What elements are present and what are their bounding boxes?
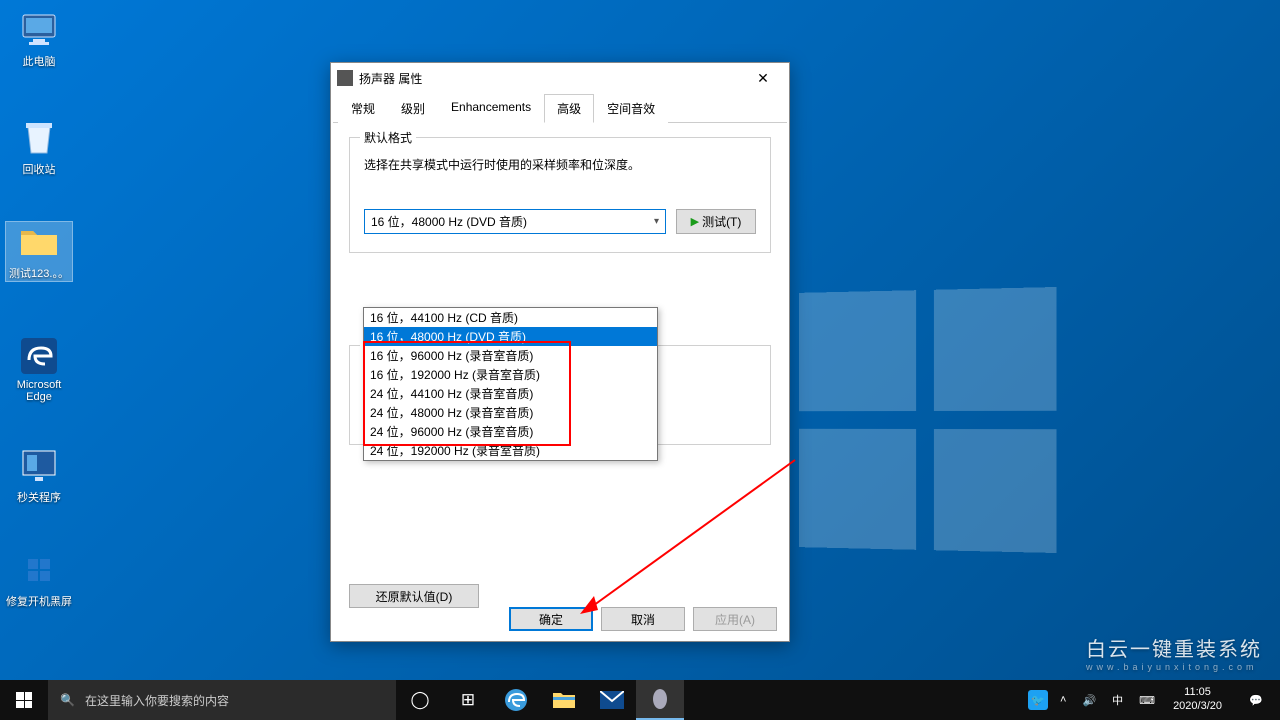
format-option[interactable]: 24 位，48000 Hz (录音室音质) — [364, 403, 657, 422]
restore-defaults-button[interactable]: 还原默认值(D) — [349, 584, 479, 608]
dialog-title: 扬声器 属性 — [359, 70, 422, 87]
tab-enhancements[interactable]: Enhancements — [438, 94, 544, 123]
edge-icon — [19, 336, 59, 376]
taskbar-app-explorer[interactable] — [540, 680, 588, 720]
test-button[interactable]: ▶ 测试(T) — [676, 209, 756, 234]
dialog-titlebar[interactable]: 扬声器 属性 ✕ — [331, 63, 789, 93]
dialog-tabs: 常规 级别 Enhancements 高级 空间音效 — [333, 93, 787, 123]
wallpaper-windows-logo — [799, 287, 1057, 553]
pc-icon — [19, 10, 59, 50]
format-option[interactable]: 16 位，48000 Hz (DVD 音质) — [364, 327, 657, 346]
tray-twitter-icon[interactable]: 🐦 — [1028, 690, 1048, 710]
tray-keyboard-icon[interactable]: ⌨ — [1135, 692, 1159, 709]
desktop-icon-recycle-bin[interactable]: 回收站 — [6, 118, 72, 177]
tray-ime-indicator[interactable]: 中 — [1108, 690, 1127, 710]
format-option[interactable]: 24 位，96000 Hz (录音室音质) — [364, 422, 657, 441]
desktop-icon-label: 修复开机黑屏 — [6, 596, 72, 608]
format-option[interactable]: 16 位，192000 Hz (录音室音质) — [364, 365, 657, 384]
format-option[interactable]: 24 位，192000 Hz (录音室音质) — [364, 441, 657, 460]
speaker-properties-dialog: 扬声器 属性 ✕ 常规 级别 Enhancements 高级 空间音效 默认格式… — [330, 62, 790, 642]
group-title: 默认格式 — [360, 129, 416, 146]
tab-general[interactable]: 常规 — [338, 94, 388, 123]
desktop-icon-label: 秒关程序 — [17, 492, 61, 504]
tab-spatial[interactable]: 空间音效 — [594, 94, 668, 123]
ok-button[interactable]: 确定 — [509, 607, 593, 631]
action-center-button[interactable]: 💬 — [1236, 680, 1276, 720]
task-view-button[interactable]: ⊞ — [444, 680, 492, 720]
desktop-icon-label: 回收站 — [23, 164, 56, 176]
tray-chevron-up-icon[interactable]: ˄ — [1056, 692, 1070, 708]
desktop-icon-test-folder[interactable]: 测试123.。。 — [6, 222, 72, 281]
group-default-format: 默认格式 选择在共享模式中运行时使用的采样频率和位深度。 16 位，48000 … — [349, 137, 771, 253]
format-option[interactable]: 16 位，96000 Hz (录音室音质) — [364, 346, 657, 365]
format-dropdown-list[interactable]: 16 位，44100 Hz (CD 音质) 16 位，48000 Hz (DVD… — [363, 307, 658, 461]
folder-icon — [19, 222, 59, 262]
close-button[interactable]: ✕ — [743, 65, 783, 91]
tray-volume-icon[interactable]: 🔊 — [1078, 692, 1100, 709]
format-combobox[interactable]: 16 位，48000 Hz (DVD 音质) ▾ — [364, 209, 666, 234]
desktop-icon-label: 测试123.。。 — [9, 268, 69, 280]
tab-levels[interactable]: 级别 — [388, 94, 438, 123]
windows-icon — [16, 692, 32, 708]
cortana-button[interactable]: ◯ — [396, 680, 444, 720]
taskbar-clock[interactable]: 11:05 2020/3/20 — [1167, 686, 1228, 714]
search-icon: 🔍 — [60, 693, 75, 707]
repair-icon — [19, 550, 59, 590]
shutdown-tool-icon — [19, 446, 59, 486]
start-button[interactable] — [0, 680, 48, 720]
clock-time: 11:05 — [1173, 686, 1222, 700]
desktop-icon-shutdown-tool[interactable]: 秒关程序 — [6, 446, 72, 505]
watermark: 白云一键重装系统 www.baiyunxitong.com — [1086, 633, 1262, 672]
taskbar-search[interactable]: 🔍 在这里输入你要搜索的内容 — [48, 680, 396, 720]
system-tray: 🐦 ˄ 🔊 中 ⌨ 11:05 2020/3/20 💬 — [1028, 680, 1280, 720]
group-description: 选择在共享模式中运行时使用的采样频率和位深度。 — [364, 156, 756, 173]
tab-advanced[interactable]: 高级 — [544, 94, 594, 123]
desktop-icon-boot-repair[interactable]: 修复开机黑屏 — [6, 550, 72, 609]
desktop-icon-this-pc[interactable]: 此电脑 — [6, 10, 72, 69]
desktop-icon-edge[interactable]: Microsoft Edge — [6, 336, 72, 403]
recycle-bin-icon — [19, 118, 59, 158]
apply-button[interactable]: 应用(A) — [693, 607, 777, 631]
desktop-icon-label: 此电脑 — [23, 56, 56, 68]
taskbar-app-mail[interactable] — [588, 680, 636, 720]
dialog-button-row: 确定 取消 应用(A) — [509, 607, 777, 631]
chevron-down-icon: ▾ — [654, 216, 659, 227]
cancel-button[interactable]: 取消 — [601, 607, 685, 631]
play-icon: ▶ — [691, 215, 699, 228]
format-option[interactable]: 16 位，44100 Hz (CD 音质) — [364, 308, 657, 327]
combo-selected-text: 16 位，48000 Hz (DVD 音质) — [371, 213, 527, 230]
clock-date: 2020/3/20 — [1173, 700, 1222, 714]
taskbar-app-edge[interactable] — [492, 680, 540, 720]
speaker-icon — [337, 70, 353, 86]
taskbar-app-settings[interactable] — [636, 680, 684, 720]
taskbar: 🔍 在这里输入你要搜索的内容 ◯ ⊞ 🐦 ˄ 🔊 中 ⌨ 11:05 2020/… — [0, 680, 1280, 720]
desktop-icon-label: Microsoft Edge — [17, 379, 62, 403]
tab-panel-advanced: 默认格式 选择在共享模式中运行时使用的采样频率和位深度。 16 位，48000 … — [331, 123, 789, 611]
search-placeholder: 在这里输入你要搜索的内容 — [85, 692, 229, 709]
format-option[interactable]: 24 位，44100 Hz (录音室音质) — [364, 384, 657, 403]
